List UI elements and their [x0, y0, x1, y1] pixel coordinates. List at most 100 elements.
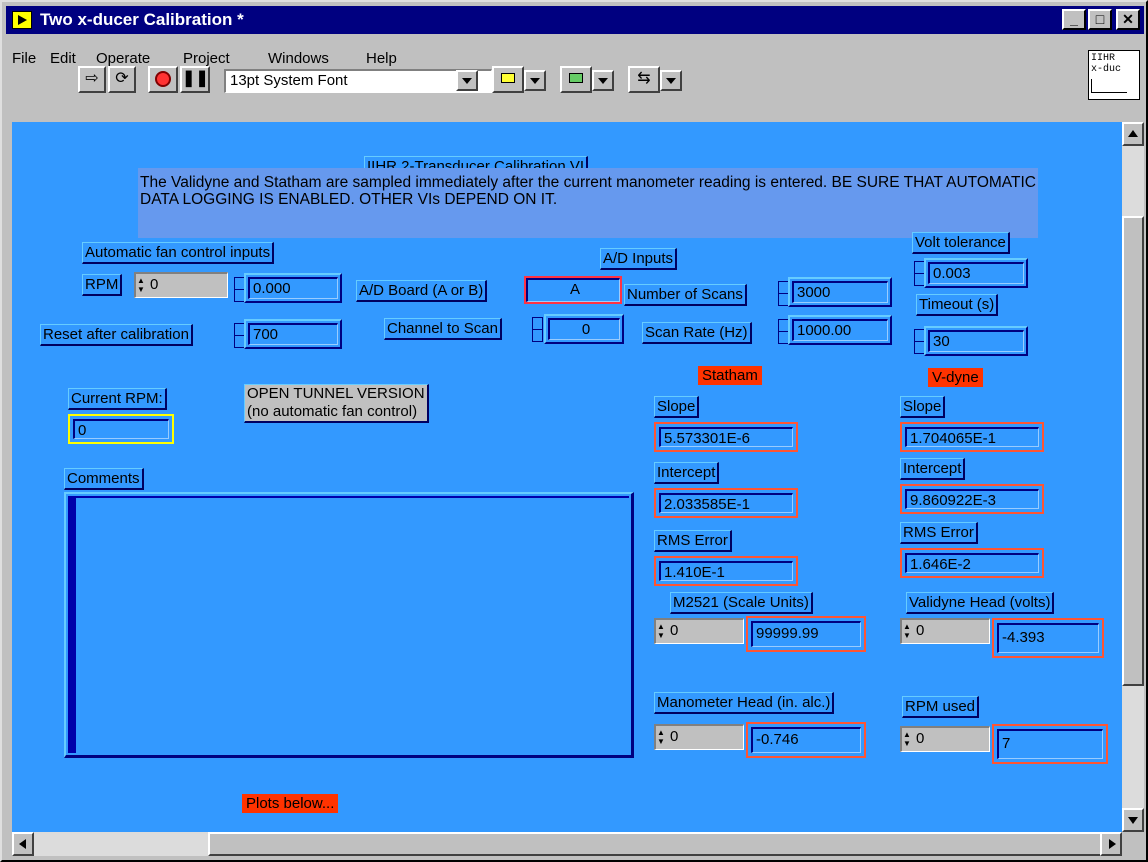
validyne-head-value: -4.393 — [997, 623, 1099, 653]
m2521-label: M2521 (Scale Units) — [670, 592, 813, 614]
reorder-icon[interactable]: ⇆ — [628, 66, 660, 93]
manometer-increment-arrows[interactable]: ▲ ▼ — [657, 728, 667, 748]
maximize-button[interactable]: □ — [1088, 9, 1112, 30]
rpm-used-value: 7 — [997, 729, 1103, 759]
scroll-right-button[interactable] — [1100, 832, 1122, 856]
resize-grip[interactable] — [1122, 832, 1144, 856]
rpm-display-control[interactable]: 0.000 — [244, 273, 342, 303]
vi-window: Two x-ducer Calibration * _ □ ✕ File Edi… — [0, 0, 1148, 862]
open-tunnel-note: OPEN TUNNEL VERSION (no automatic fan co… — [244, 384, 429, 423]
horizontal-scroll-thumb[interactable] — [208, 832, 1108, 856]
rpm-used-control[interactable]: ▲ ▼ 0 — [900, 726, 990, 752]
volt-tolerance-control[interactable]: 0.003 — [924, 258, 1028, 288]
comments-textarea[interactable] — [64, 492, 634, 758]
rpm-increment-arrows[interactable]: ▲ ▼ — [137, 276, 147, 296]
validyne-head-control[interactable]: ▲ ▼ 0 — [900, 618, 990, 644]
abort-stop-icon[interactable] — [148, 66, 178, 93]
scan-rate-spinner[interactable] — [778, 318, 789, 344]
minimize-button[interactable]: _ — [1062, 9, 1086, 30]
rpm-control-value: 0 — [150, 276, 159, 293]
align-dropdown-arrow[interactable] — [524, 70, 546, 91]
channel-to-scan-label: Channel to Scan — [384, 318, 502, 340]
run-arrow-icon[interactable]: ⇨ — [78, 66, 106, 93]
run-continuous-icon[interactable]: ⟳ — [108, 66, 136, 93]
ad-board-control[interactable]: A — [524, 276, 622, 304]
m2521-increment-arrows[interactable]: ▲ ▼ — [657, 622, 667, 642]
current-rpm-value: 0 — [73, 419, 169, 439]
align-objects-icon[interactable] — [492, 66, 524, 93]
m2521-indicator: 99999.99 — [746, 616, 866, 652]
reset-after-calibration-label: Reset after calibration — [40, 324, 193, 346]
title-bar[interactable]: Two x-ducer Calibration * _ □ ✕ — [6, 6, 1144, 34]
vdyne-slope-indicator: 1.704065E-1 — [900, 422, 1044, 452]
vi-connector-icon[interactable]: IIHR x-duc — [1088, 50, 1140, 100]
vdyne-rms-value: 1.646E-2 — [905, 553, 1039, 573]
open-tunnel-line2: (no automatic fan control) — [247, 403, 418, 420]
scroll-left-button[interactable] — [12, 832, 34, 856]
close-button[interactable]: ✕ — [1116, 9, 1140, 30]
rpm-display-value: 0.000 — [248, 277, 338, 299]
statham-title: Statham — [698, 366, 762, 385]
rpm-used-label: RPM used — [902, 696, 980, 718]
statham-intercept-value: 2.033585E-1 — [659, 493, 793, 513]
volt-tolerance-label: Volt tolerance — [912, 232, 1010, 254]
scans-spinner[interactable] — [778, 280, 789, 306]
statham-intercept-indicator: 2.033585E-1 — [654, 488, 798, 518]
manometer-control-value: 0 — [670, 728, 679, 745]
vertical-scroll-thumb[interactable] — [1122, 216, 1144, 686]
statham-rms-value: 1.410E-1 — [659, 561, 793, 581]
vdyne-rms-indicator: 1.646E-2 — [900, 548, 1044, 578]
menu-bar: File Edit Operate Project Windows Help — [6, 36, 1076, 67]
statham-intercept-label: Intercept — [654, 462, 720, 484]
timeout-value: 30 — [928, 330, 1024, 352]
statham-rms-label: RMS Error — [654, 530, 732, 552]
vdyne-rms-label: RMS Error — [900, 522, 978, 544]
vdyne-title: V-dyne — [928, 368, 983, 387]
channel-to-scan-control[interactable]: 0 — [544, 314, 624, 344]
statham-slope-indicator: 5.573301E-6 — [654, 422, 798, 452]
font-dropdown-arrow[interactable] — [456, 70, 478, 91]
m2521-control[interactable]: ▲ ▼ 0 — [654, 618, 744, 644]
timeout-control[interactable]: 30 — [924, 326, 1028, 356]
front-panel: IIHR 2-Transducer Calibration VI The Val… — [12, 122, 1122, 832]
horizontal-scrollbar[interactable] — [12, 832, 1122, 856]
number-of-scans-control[interactable]: 3000 — [788, 277, 892, 307]
open-tunnel-line1: OPEN TUNNEL VERSION — [247, 385, 425, 402]
rpm-used-indicator: 7 — [992, 724, 1108, 764]
pause-icon[interactable]: ❚❚ — [180, 66, 210, 93]
manometer-control[interactable]: ▲ ▼ 0 — [654, 724, 744, 750]
font-select-value: 13pt System Font — [230, 72, 348, 89]
manometer-value: -0.746 — [751, 727, 861, 753]
window-title: Two x-ducer Calibration * — [40, 10, 244, 29]
validyne-head-indicator: -4.393 — [992, 618, 1104, 658]
scan-rate-control[interactable]: 1000.00 — [788, 315, 892, 345]
vdyne-intercept-label: Intercept — [900, 458, 966, 480]
rpm-display-spinner[interactable] — [234, 276, 245, 302]
ad-board-label: A/D Board (A or B) — [356, 280, 488, 302]
plots-below-button[interactable]: Plots below... — [242, 794, 339, 813]
vertical-scrollbar[interactable] — [1122, 122, 1144, 832]
scroll-down-button[interactable] — [1122, 808, 1144, 832]
description-text: The Validyne and Statham are sampled imm… — [138, 168, 1038, 238]
rpm-used-increment-arrows[interactable]: ▲ ▼ — [903, 730, 913, 750]
vdyne-slope-value: 1.704065E-1 — [905, 427, 1039, 447]
reset-spinner[interactable] — [234, 322, 245, 348]
number-of-scans-label: Number of Scans — [624, 284, 747, 306]
vi-icon-graph — [1091, 79, 1127, 93]
validyne-head-label: Validyne Head (volts) — [906, 592, 1055, 614]
reset-after-calibration-control[interactable]: 700 — [244, 319, 342, 349]
font-select[interactable]: 13pt System Font — [224, 69, 492, 93]
scroll-up-button[interactable] — [1122, 122, 1144, 146]
vdyne-intercept-value: 9.860922E-3 — [905, 489, 1039, 509]
reorder-dropdown-arrow[interactable] — [660, 70, 682, 91]
timeout-spinner[interactable] — [914, 328, 925, 354]
rpm-control[interactable]: ▲ ▼ 0 — [134, 272, 228, 298]
statham-rms-indicator: 1.410E-1 — [654, 556, 798, 586]
distribute-objects-icon[interactable] — [560, 66, 592, 93]
channel-spinner[interactable] — [532, 316, 543, 342]
distribute-dropdown-arrow[interactable] — [592, 70, 614, 91]
volt-tol-spinner[interactable] — [914, 260, 925, 286]
validyne-increment-arrows[interactable]: ▲ ▼ — [903, 622, 913, 642]
vdyne-slope-label: Slope — [900, 396, 946, 418]
manometer-head-label: Manometer Head (in. alc.) — [654, 692, 835, 714]
